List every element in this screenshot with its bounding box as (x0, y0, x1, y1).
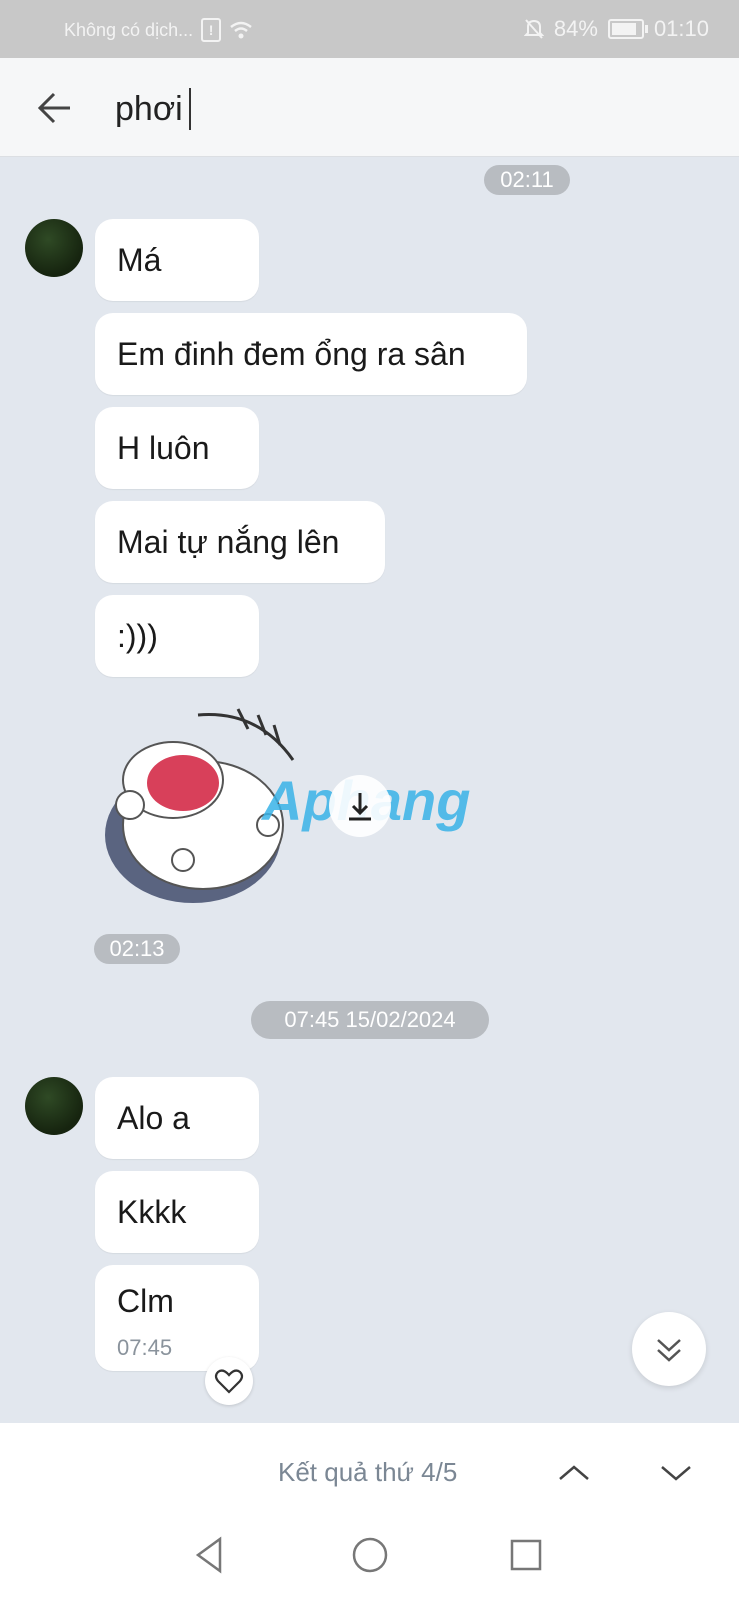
message-bubble[interactable]: H luôn (95, 407, 259, 489)
message-bubble[interactable]: Clm 07:45 (95, 1265, 259, 1371)
chevron-up-icon (559, 1465, 589, 1480)
triangle-back-icon (195, 1536, 222, 1574)
search-query-text: phơi (115, 89, 183, 128)
wifi-icon (230, 21, 252, 39)
message-bubble[interactable]: :))) (95, 595, 259, 677)
scroll-to-bottom-button[interactable] (632, 1312, 706, 1386)
react-button[interactable] (205, 1357, 253, 1405)
avatar[interactable] (25, 219, 83, 277)
search-input[interactable]: phơi (115, 88, 191, 130)
battery-percent: 84% (553, 16, 598, 41)
message-text: Clm (117, 1283, 174, 1319)
date-chip: 07:45 15/02/2024 (251, 1001, 489, 1039)
search-header: phơi (0, 58, 739, 157)
text-cursor (188, 88, 191, 130)
download-button[interactable] (329, 775, 391, 837)
status-left: Không có dịch... ! (64, 18, 253, 42)
bell-off-icon (523, 19, 544, 39)
chevron-down-icon (661, 1466, 691, 1481)
nav-home-button[interactable] (348, 1533, 392, 1577)
square-recents-icon (510, 1539, 542, 1571)
status-bar: Không có dịch... ! 84% 01:10 (0, 0, 739, 58)
nav-recents-button[interactable] (504, 1533, 548, 1577)
circle-home-icon (352, 1537, 388, 1573)
message-bubble[interactable]: Má (95, 219, 259, 301)
message-bubble[interactable]: Em đinh đem ổng ra sân (95, 313, 527, 395)
battery-icon (607, 19, 648, 39)
clock: 01:10 (653, 16, 709, 41)
next-result-button[interactable] (654, 1451, 698, 1495)
message-bubble[interactable]: Kkkk (95, 1171, 259, 1253)
result-counter: Kết quả thứ 4/5 (278, 1457, 458, 1487)
avatar[interactable] (25, 1077, 83, 1135)
time-chip: 02:13 (94, 934, 180, 964)
nav-back-button[interactable] (190, 1533, 234, 1577)
sim-alert-icon: ! (201, 18, 222, 42)
search-result-bar: Kết quả thứ 4/5 (0, 1423, 739, 1523)
arrow-left-icon (37, 92, 70, 124)
status-right: 84% 01:10 (523, 16, 709, 42)
back-button[interactable] (28, 80, 84, 136)
download-icon (349, 793, 371, 821)
time-chip: 02:11 (484, 165, 570, 195)
previous-result-button[interactable] (552, 1451, 596, 1495)
message-time: 07:45 (117, 1335, 173, 1360)
system-nav-bar (0, 1523, 739, 1600)
double-chevron-down-icon (657, 1339, 681, 1362)
carrier-text: Không có dịch... (64, 19, 194, 40)
message-bubble[interactable]: Alo a (95, 1077, 259, 1159)
message-bubble[interactable]: Mai tự nắng lên (95, 501, 385, 583)
heart-icon (214, 1369, 244, 1394)
